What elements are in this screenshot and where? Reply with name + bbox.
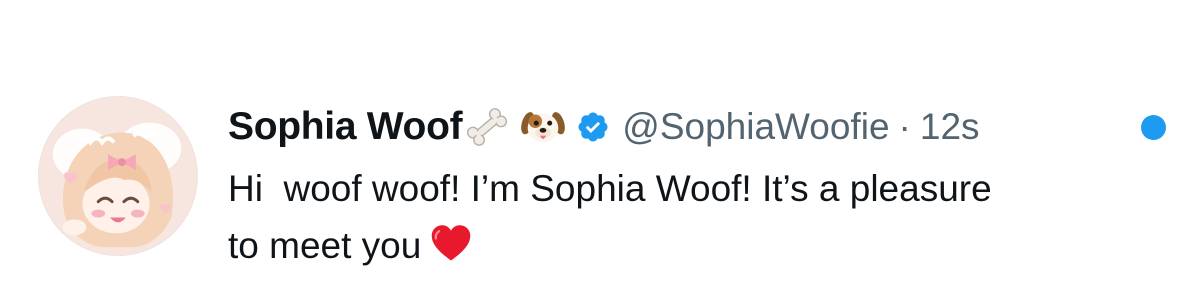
- separator-dot: ·: [898, 106, 911, 147]
- tweet[interactable]: Sophia Woof @SophiaWoofie · 12s Hi woof …: [0, 0, 1200, 296]
- tweet-text: Hi woof woof! I’m Sophia Woof! It’s a pl…: [228, 160, 1188, 274]
- timestamp[interactable]: 12s: [920, 106, 980, 148]
- bone-emoji-icon: [464, 104, 510, 150]
- red-heart-emoji-icon: [429, 222, 473, 266]
- tweet-text-line-2: to meet you: [228, 225, 422, 266]
- unread-indicator-dot: [1141, 115, 1166, 140]
- avatar[interactable]: [38, 96, 198, 256]
- avatar-illustration: [39, 97, 197, 255]
- author-handle[interactable]: @SophiaWoofie: [622, 106, 889, 148]
- display-name[interactable]: Sophia Woof: [228, 105, 463, 149]
- tweet-text-line-1: Hi woof woof! I’m Sophia Woof! It’s a pl…: [228, 168, 992, 209]
- tweet-header: Sophia Woof @SophiaWoofie · 12s: [228, 100, 1178, 154]
- dog-face-emoji-icon: [520, 104, 566, 150]
- verified-badge-icon[interactable]: [576, 110, 610, 144]
